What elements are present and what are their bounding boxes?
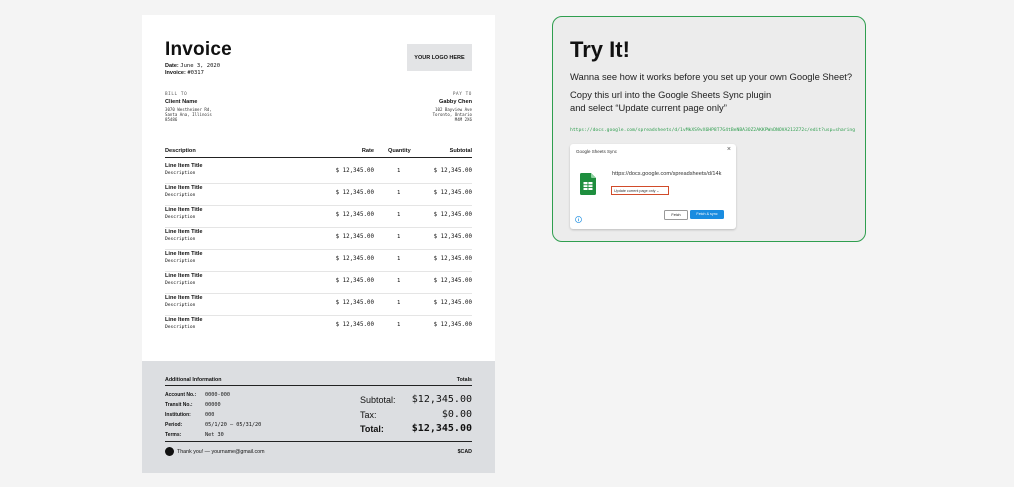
pay-to-label: PAY TO <box>452 92 472 97</box>
account-label: Account No.: <box>165 392 197 398</box>
terms-label: Terms: <box>165 432 182 438</box>
tax-label: Tax: <box>360 410 377 420</box>
col-rate: Rate <box>361 148 374 154</box>
thank-you-note: Thank you! — yourname@gmail.com <box>177 449 265 455</box>
tax-value: $0.00 <box>441 409 472 420</box>
transit-value: 00000 <box>205 402 221 408</box>
account-value: 0000-000 <box>205 392 230 398</box>
logo-placeholder: YOUR LOGO HERE <box>407 44 472 71</box>
bill-to-address: 3070 Westheimer Rd, Santa Ana, Illinois … <box>165 107 212 122</box>
invoice-document: Invoice Date: June 3, 2020 Invoice: #031… <box>142 15 495 473</box>
try-it-intro: Wanna see how it works before you set up… <box>570 71 853 82</box>
invoice-title: Invoice <box>165 39 232 60</box>
invoice-footer: Additional Information Totals Account No… <box>142 361 495 473</box>
footer-divider-bottom <box>165 441 472 442</box>
pay-to-address: 102 Bayview Ave Toronto, Ontario M4M 2X6 <box>432 107 472 122</box>
subtotal-value: $12,345.00 <box>411 394 472 405</box>
fetch-and-sync-button[interactable]: Fetch & sync <box>690 210 724 219</box>
period-value: 05/1/20 – 05/31/20 <box>205 422 262 428</box>
bill-to-label: BILL TO <box>165 92 188 97</box>
terms-value: Net 30 <box>205 432 224 438</box>
info-icon[interactable] <box>575 216 582 223</box>
close-icon[interactable]: × <box>727 146 731 153</box>
col-quantity: Quantity <box>388 148 411 154</box>
totals-heading: Totals <box>456 377 472 383</box>
currency-label: $CAD <box>457 449 472 455</box>
google-sheets-icon <box>580 173 596 195</box>
update-mode-select[interactable]: Update current page only ⌄ <box>611 186 669 195</box>
table-row: Line Item Title Description $ 12,345.00 1 … <box>165 185 472 207</box>
table-row: Line Item Title Description $ 12,345.00 1 … <box>165 207 472 229</box>
total-label: Total: <box>360 424 384 434</box>
fetch-button[interactable]: Fetch <box>664 210 688 220</box>
period-label: Period: <box>165 422 183 428</box>
sheet-url-link[interactable]: https://docs.google.com/spreadsheets/d/1… <box>570 128 855 133</box>
pay-to-name: Gabby Chen <box>439 99 472 105</box>
additional-info-heading: Additional Information <box>165 377 222 383</box>
table-row: Line Item Title Description $ 12,345.00 1 … <box>165 251 472 273</box>
col-subtotal: Subtotal <box>449 148 472 154</box>
table-row: Line Item Title Description $ 12,345.00 1 … <box>165 273 472 295</box>
table-row: Line Item Title Description $ 12,345.00 1 … <box>165 229 472 251</box>
brand-dot-icon <box>165 447 174 456</box>
table-row: Line Item Title Description $ 12,345.00 1 … <box>165 317 472 330</box>
table-row: Line Item Title Description $ 12,345.00 1 … <box>165 163 472 185</box>
dialog-url-text: https://docs.google.com/spreadsheets/d/1… <box>612 171 722 177</box>
header-divider <box>165 157 472 158</box>
table-row: Line Item Title Description $ 12,345.00 1 … <box>165 295 472 317</box>
plugin-dialog-preview: Google Sheets Sync × https://docs.google… <box>570 144 736 229</box>
try-it-panel: Try It! Wanna see how it works before yo… <box>552 16 866 242</box>
invoice-date: Date: June 3, 2020 <box>165 63 221 69</box>
footer-divider <box>165 385 472 386</box>
try-it-instructions: Copy this url into the Google Sheets Syn… <box>570 89 772 113</box>
col-description: Description <box>165 148 196 154</box>
bill-to-name: Client Name <box>165 99 198 105</box>
invoice-number: Invoice: #0317 <box>165 70 204 76</box>
institution-label: Institution: <box>165 412 191 418</box>
transit-label: Transit No.: <box>165 402 193 408</box>
subtotal-label: Subtotal: <box>360 395 396 405</box>
institution-value: 000 <box>205 412 215 418</box>
total-value: $12,345.00 <box>411 423 472 434</box>
dialog-title: Google Sheets Sync <box>576 149 618 154</box>
try-it-title: Try It! <box>570 37 630 62</box>
